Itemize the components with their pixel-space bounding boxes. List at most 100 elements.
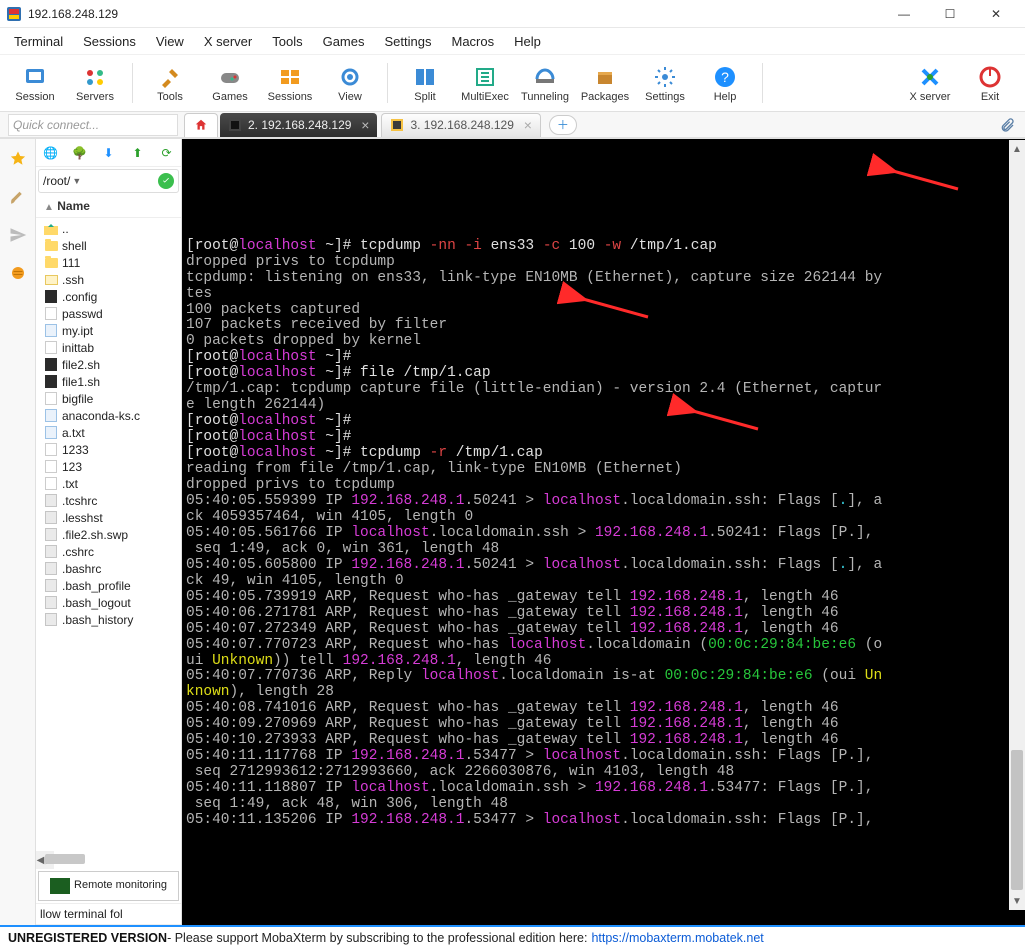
menu-help[interactable]: Help (504, 30, 551, 53)
hscroll-left[interactable]: ◀ (36, 851, 45, 869)
file--file2-sh-swp[interactable]: .file2.sh.swp (44, 526, 181, 543)
text-file-icon (44, 307, 58, 321)
toolbar-servers-button[interactable]: Servers (68, 57, 122, 109)
menu-settings[interactable]: Settings (375, 30, 442, 53)
quick-connect-input[interactable]: Quick connect... (8, 114, 178, 136)
file-name-label: my.ipt (62, 324, 93, 338)
sb-globe-icon[interactable]: 🌐 (42, 144, 60, 162)
remote-monitoring-button[interactable]: Remote monitoring (38, 871, 179, 901)
window-minimize-button[interactable]: — (881, 0, 927, 28)
file-111[interactable]: 111 (44, 254, 181, 271)
terminal-line: seq 1:49, ack 0, win 361, length 48 (186, 542, 1019, 558)
hidden-file-icon (44, 494, 58, 508)
script-file-icon (44, 290, 58, 304)
path-ok-icon (158, 173, 174, 189)
file--lesshst[interactable]: .lesshst (44, 509, 181, 526)
window-maximize-button[interactable]: ☐ (927, 0, 973, 28)
attachment-icon[interactable] (999, 117, 1015, 138)
menu-games[interactable]: Games (313, 30, 375, 53)
sb-upload-icon[interactable]: ⬆ (129, 144, 147, 162)
file--bashrc[interactable]: .bashrc (44, 560, 181, 577)
file-name-label: bigfile (62, 392, 93, 406)
favorite-icon[interactable] (8, 149, 28, 169)
follow-terminal-checkbox[interactable]: llow terminal fol (36, 903, 181, 925)
file--cshrc[interactable]: .cshrc (44, 543, 181, 560)
toolbar-tools-button[interactable]: Tools (143, 57, 197, 109)
toolbar-multiexec-button[interactable]: MultiExec (458, 57, 512, 109)
view-icon (337, 64, 363, 90)
tab-t3[interactable]: 3. 192.168.248.129× (381, 113, 540, 137)
menu-terminal[interactable]: Terminal (4, 30, 73, 53)
brush-icon[interactable] (8, 187, 28, 207)
menu-x-server[interactable]: X server (194, 30, 262, 53)
script-file-icon (44, 375, 58, 389)
file-passwd[interactable]: passwd (44, 305, 181, 322)
file-a-txt[interactable]: a.txt (44, 424, 181, 441)
file-inittab[interactable]: inittab (44, 339, 181, 356)
toolbar-exit-button[interactable]: Exit (963, 57, 1017, 109)
menu-sessions[interactable]: Sessions (73, 30, 146, 53)
scroll-thumb[interactable] (1011, 750, 1023, 890)
quick-connect-placeholder: Quick connect... (13, 118, 99, 132)
send-icon[interactable] (8, 225, 28, 245)
menu-view[interactable]: View (146, 30, 194, 53)
toolbar-help-button[interactable]: ?Help (698, 57, 752, 109)
sidebar-path-input[interactable]: /root/ ▼ (38, 169, 179, 193)
file--ssh[interactable]: .ssh (44, 271, 181, 288)
toolbar-view-button[interactable]: View (323, 57, 377, 109)
window-close-button[interactable]: ✕ (973, 0, 1019, 28)
hidden-file-icon (44, 613, 58, 627)
tab-home[interactable] (184, 113, 218, 137)
terminal-line: 05:40:05.739919 ARP, Request who-has _ga… (186, 590, 1019, 606)
sidebar: 🌐 🌳 ⬇ ⬆ ⟳ /root/ ▼ ▲ Name ..shell111.ssh… (36, 139, 182, 925)
toolbar-tunneling-button[interactable]: Tunneling (518, 57, 572, 109)
toolbar-games-button[interactable]: Games (203, 57, 257, 109)
tab-add-button[interactable]: ＋ (549, 115, 577, 135)
file--tcshrc[interactable]: .tcshrc (44, 492, 181, 509)
sidebar-header: ▲ Name (36, 195, 181, 218)
scroll-down-button[interactable]: ▼ (1009, 892, 1025, 910)
file-file1-sh[interactable]: file1.sh (44, 373, 181, 390)
file-anaconda-ks-c[interactable]: anaconda-ks.c (44, 407, 181, 424)
file--config[interactable]: .config (44, 288, 181, 305)
menu-macros[interactable]: Macros (441, 30, 504, 53)
tab-t2[interactable]: 2. 192.168.248.129× (220, 113, 377, 137)
toolbar-sessions-button[interactable]: Sessions (263, 57, 317, 109)
terminal[interactable]: [root@localhost ~]# tcpdump -nn -i ens33… (182, 139, 1025, 925)
toolbar-split-label: Split (414, 91, 435, 103)
script-file-icon (44, 358, 58, 372)
sb-refresh-icon[interactable]: ⟳ (158, 144, 176, 162)
toolbar-settings-button[interactable]: Settings (638, 57, 692, 109)
toolbar-split-button[interactable]: Split (398, 57, 452, 109)
scroll-up-button[interactable]: ▲ (1009, 140, 1025, 158)
terminal-line: e length 262144) (186, 398, 1019, 414)
file-my-ipt[interactable]: my.ipt (44, 322, 181, 339)
toolbar-packages-button[interactable]: Packages (578, 57, 632, 109)
tab-close-icon[interactable]: × (361, 117, 369, 133)
app-icon (6, 6, 22, 22)
main-scrollbar[interactable]: ▲ ▼ (1009, 140, 1025, 910)
sb-download-icon[interactable]: ⬇ (100, 144, 118, 162)
toolbar-xserver-button[interactable]: X server (903, 57, 957, 109)
folder-icon (44, 273, 58, 287)
sb-tree-icon[interactable]: 🌳 (71, 144, 89, 162)
footer-link[interactable]: https://mobaxterm.mobatek.net (591, 931, 763, 945)
file--txt[interactable]: .txt (44, 475, 181, 492)
toolbar-session-button[interactable]: Session (8, 57, 62, 109)
file-1233[interactable]: 1233 (44, 441, 181, 458)
tab-close-icon[interactable]: × (524, 117, 532, 133)
folder-icon (44, 239, 58, 253)
file---[interactable]: .. (44, 220, 181, 237)
file-file2-sh[interactable]: file2.sh (44, 356, 181, 373)
chevron-down-icon[interactable]: ▼ (72, 176, 81, 186)
file-123[interactable]: 123 (44, 458, 181, 475)
globe-icon[interactable] (8, 263, 28, 283)
footer-unregistered: UNREGISTERED VERSION (8, 931, 167, 945)
file--bash-logout[interactable]: .bash_logout (44, 594, 181, 611)
file--bash-profile[interactable]: .bash_profile (44, 577, 181, 594)
menu-tools[interactable]: Tools (262, 30, 312, 53)
file-shell[interactable]: shell (44, 237, 181, 254)
main-area: 🌐 🌳 ⬇ ⬆ ⟳ /root/ ▼ ▲ Name ..shell111.ssh… (0, 138, 1025, 925)
file-bigfile[interactable]: bigfile (44, 390, 181, 407)
file--bash-history[interactable]: .bash_history (44, 611, 181, 628)
